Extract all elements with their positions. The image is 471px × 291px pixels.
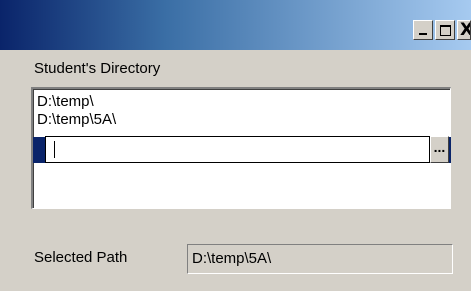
title-bar[interactable]: X xyxy=(0,0,471,50)
directory-listbox[interactable]: D:\temp\ D:\temp\5A\ ... xyxy=(31,87,451,209)
window-controls: X xyxy=(411,20,471,42)
students-directory-label: Student's Directory xyxy=(34,60,161,77)
close-button[interactable]: X xyxy=(457,20,471,40)
directory-edit-input[interactable] xyxy=(46,137,429,162)
minimize-button[interactable] xyxy=(413,20,433,40)
selected-path-label: Selected Path xyxy=(34,249,128,266)
list-item[interactable]: D:\temp\5A\ xyxy=(37,111,116,128)
selected-path-field: D:\temp\5A\ xyxy=(187,244,453,274)
close-icon: X xyxy=(460,21,470,39)
list-item[interactable]: D:\temp\ xyxy=(37,93,94,110)
text-caret xyxy=(54,141,55,158)
browse-button[interactable]: ... xyxy=(430,136,449,163)
directory-edit-field[interactable] xyxy=(45,136,430,163)
maximize-button[interactable] xyxy=(435,20,455,40)
selected-path-value: D:\temp\5A\ xyxy=(192,250,272,267)
